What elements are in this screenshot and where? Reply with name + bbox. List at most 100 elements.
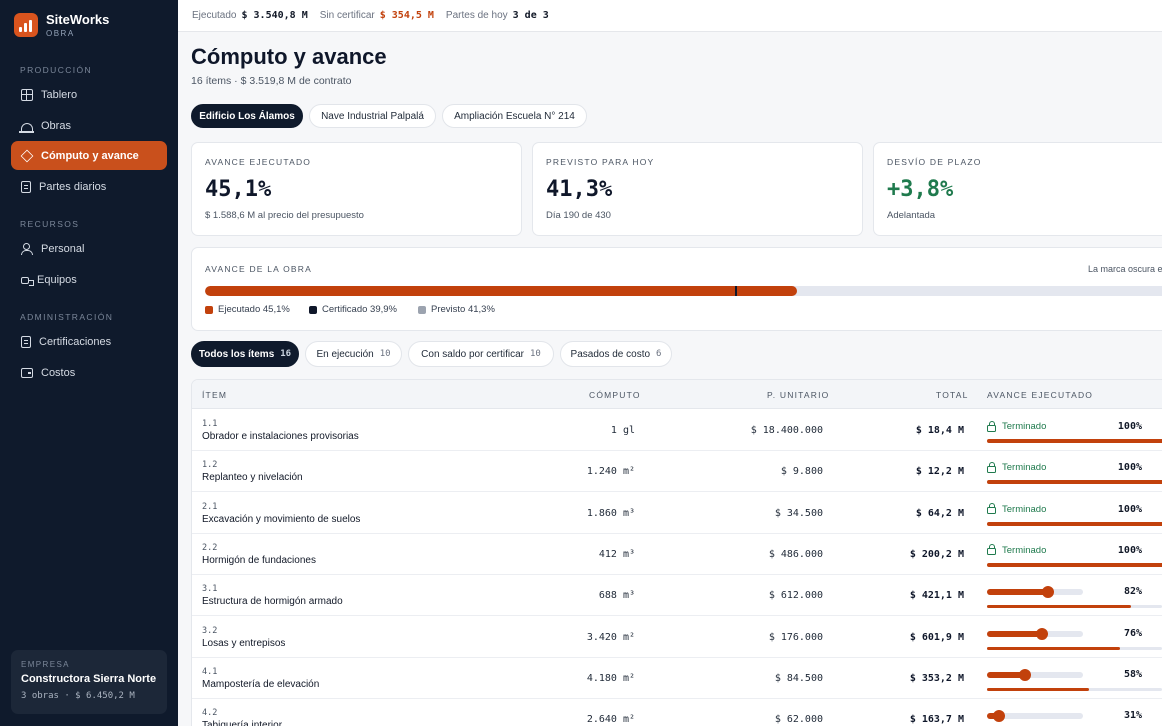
- brand[interactable]: SiteWorks OBRA: [14, 12, 109, 38]
- sidebar-item-label: Cómputo y avance: [41, 149, 139, 162]
- kpi-value: +3,8%: [887, 177, 954, 202]
- filter-saldo-certificar[interactable]: Con saldo por certificar 10: [408, 341, 554, 367]
- minibar-fill: [987, 687, 1089, 691]
- item-name: Hormigón de fundaciones: [202, 554, 316, 566]
- lock-icon: [987, 544, 996, 556]
- filter-label: Todos los ítems: [198, 348, 275, 360]
- progress-slider[interactable]: [987, 586, 1083, 599]
- item-total: $ 163,7 M: [909, 714, 964, 726]
- item-unit-price: $ 62.000: [774, 714, 823, 726]
- table-row[interactable]: 4.1 Mampostería de elevación 4.180 m² $ 84.…: [192, 658, 1162, 699]
- table-row[interactable]: 2.2 Hormigón de fundaciones 412 m³ $ 486.00…: [192, 534, 1162, 575]
- filter-label: Con saldo por certificar: [421, 348, 524, 360]
- kpi-label: AVANCE EJECUTADO: [205, 157, 312, 167]
- slider-handle[interactable]: [1035, 627, 1048, 640]
- item-unit-price: $ 612.000: [768, 590, 823, 602]
- table-row[interactable]: 3.1 Estructura de hormigón armado 688 m³ $ …: [192, 575, 1162, 617]
- sidebar-item-label: Tablero: [41, 88, 78, 101]
- sidebar-item-certificaciones[interactable]: Certificaciones: [11, 327, 167, 356]
- item-name: Tabiquería interior: [202, 720, 283, 726]
- slider-handle[interactable]: [992, 710, 1005, 723]
- item-code: 1.2: [202, 460, 218, 471]
- status-label: Terminado: [1002, 503, 1047, 515]
- sidebar-item-label: Partes diarios: [39, 180, 107, 193]
- kpi-avance-ejecutado: AVANCE EJECUTADO 45,1% $ 1.588,6 M al pr…: [191, 142, 522, 236]
- table-row[interactable]: 3.2 Losas y entrepisos 3.420 m² $ 176.000 $ …: [192, 617, 1162, 658]
- item-name: Estructura de hormigón armado: [202, 596, 343, 608]
- legend-swatch: [418, 305, 426, 314]
- progress-bar-complete: [987, 439, 1162, 443]
- item-code: 3.1: [202, 584, 218, 595]
- item-total: $ 200,2 M: [909, 548, 964, 560]
- col-total[interactable]: TOTAL: [936, 390, 969, 400]
- item-unit-price: $ 18.400.000: [750, 425, 823, 436]
- sidebar-item-label: Personal: [41, 242, 85, 255]
- filter-count: 16: [280, 349, 292, 359]
- kpi-label: PREVISTO PARA HOY: [546, 157, 655, 167]
- sidebar-item-personal[interactable]: Personal: [11, 234, 167, 263]
- progress-bar-complete: [987, 562, 1162, 567]
- top-status-bar: Ejecutado $ 3.540,8 M Sin certificar $ 354…: [178, 0, 1162, 32]
- minibar-fill: [987, 605, 1131, 609]
- table-row[interactable]: 4.2 Tabiquería interior 2.640 m² $ 62.000 $ …: [192, 699, 1162, 726]
- item-name: Mampostería de elevación: [202, 678, 320, 690]
- progress-slider[interactable]: [987, 710, 1083, 723]
- progress-slider[interactable]: [987, 668, 1083, 681]
- progress-percent: 100%: [1117, 544, 1142, 556]
- document-icon: [21, 180, 31, 193]
- item-unit-price: $ 9.800: [780, 466, 823, 478]
- progress-minibar: [987, 646, 1162, 650]
- sidebar-item-partes-diarios[interactable]: Partes diarios: [11, 172, 167, 201]
- filter-en-ejecucion[interactable]: En ejecución 10: [305, 341, 402, 367]
- company-label: EMPRESA: [21, 660, 70, 669]
- project-tab-los-alamos[interactable]: Edificio Los Álamos: [191, 104, 303, 128]
- status-badge: Terminado: [987, 544, 1046, 556]
- today-reports-value: 3 de 3: [512, 10, 549, 21]
- sidebar-item-equipos[interactable]: Equipos: [11, 265, 167, 294]
- table-row[interactable]: 1.2 Replanteo y nivelación 1.240 m² $ 9.800…: [192, 451, 1162, 493]
- sidebar-item-costos[interactable]: Costos: [11, 358, 167, 387]
- item-name: Excavación y movimiento de suelos: [202, 513, 361, 525]
- filter-label: En ejecución: [316, 348, 374, 360]
- progress-track: [205, 286, 1162, 296]
- col-unit-price[interactable]: P. UNITARIO: [767, 390, 829, 400]
- col-item[interactable]: ÍTEM: [202, 390, 227, 400]
- sidebar-item-computo-y-avance[interactable]: Cómputo y avance: [11, 141, 167, 170]
- lock-icon: [987, 503, 996, 515]
- progress-bar-complete: [987, 480, 1162, 485]
- col-computo[interactable]: CÓMPUTO: [589, 390, 641, 400]
- progress-percent: 31%: [1123, 710, 1142, 722]
- sidebar-item-obras[interactable]: Obras: [11, 111, 167, 140]
- item-name: Losas y entrepisos: [202, 637, 286, 649]
- table-row[interactable]: 1.1 Obrador e instalaciones provisorias 1 …: [192, 410, 1162, 451]
- status-badge: Terminado: [987, 461, 1046, 473]
- brand-name: SiteWorks: [46, 12, 110, 27]
- item-computo: 4.180 m²: [586, 672, 635, 684]
- sidebar-item-tablero[interactable]: Tablero: [11, 80, 167, 109]
- slider-handle[interactable]: [1041, 586, 1054, 599]
- slider-fill: [987, 630, 1042, 637]
- progress-label: AVANCE DE LA OBRA: [205, 264, 313, 274]
- slider-fill: [987, 589, 1048, 596]
- brand-logo-icon: [14, 13, 38, 37]
- user-icon: [21, 242, 33, 255]
- table-row[interactable]: 2.1 Excavación y movimiento de suelos 1.86…: [192, 493, 1162, 534]
- legend-swatch: [205, 305, 213, 314]
- item-total: $ 353,2 M: [909, 672, 964, 684]
- item-unit-price: $ 34.500: [774, 507, 823, 519]
- progress-slider[interactable]: [987, 627, 1083, 640]
- item-computo: 2.640 m²: [586, 714, 635, 726]
- col-progress[interactable]: AVANCE EJECUTADO: [987, 390, 1093, 400]
- sidebar-item-label: Equipos: [37, 273, 77, 286]
- project-tab-nave-palpala[interactable]: Nave Industrial Palpalá: [309, 104, 436, 128]
- legend-label: Previsto 41,3%: [431, 304, 495, 315]
- filter-pasados-costo[interactable]: Pasados de costo 6: [560, 341, 672, 367]
- filter-todos[interactable]: Todos los ítems 16: [191, 341, 299, 367]
- slider-handle[interactable]: [1018, 668, 1031, 681]
- progress-minibar: [987, 687, 1162, 691]
- company-switcher[interactable]: EMPRESA Constructora Sierra Norte 3 obra…: [11, 650, 167, 714]
- executed-value: $ 3.540,8 M: [241, 10, 308, 21]
- sidebar-item-label: Certificaciones: [39, 335, 112, 348]
- kpi-footnote: Adelantada: [887, 210, 936, 221]
- project-tab-escuela-214[interactable]: Ampliación Escuela N° 214: [442, 104, 587, 128]
